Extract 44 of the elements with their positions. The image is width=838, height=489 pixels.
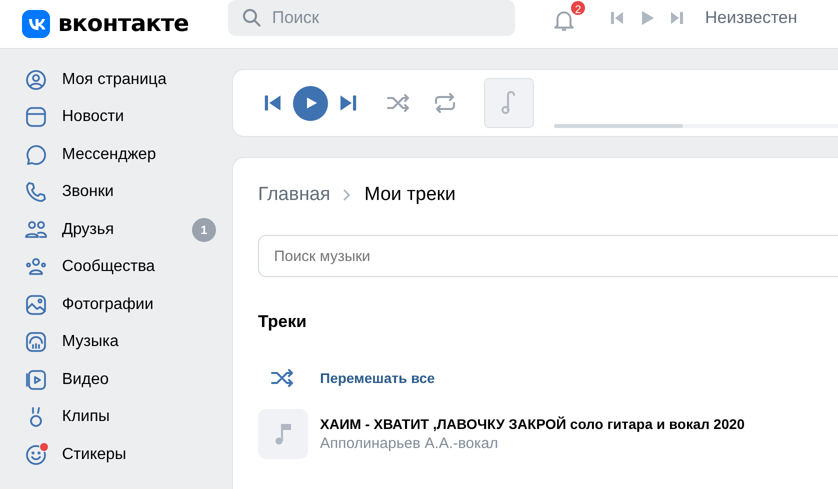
logo-icon[interactable] bbox=[22, 10, 50, 38]
previous-icon[interactable] bbox=[609, 10, 625, 26]
music-note-icon bbox=[273, 421, 293, 447]
smiley-icon bbox=[24, 442, 48, 467]
chevron-icon bbox=[342, 188, 352, 202]
chat-bubble-icon bbox=[24, 142, 48, 167]
breadcrumb-link[interactable]: Главная bbox=[258, 184, 330, 206]
play-icon[interactable] bbox=[639, 10, 655, 26]
search-icon bbox=[242, 8, 262, 28]
shuffle-icon bbox=[270, 367, 296, 389]
music-icon bbox=[24, 330, 48, 354]
phone-icon bbox=[24, 180, 48, 204]
next-icon[interactable] bbox=[338, 93, 358, 113]
previous-icon[interactable] bbox=[263, 93, 283, 113]
sidebar-item[interactable]: Видео bbox=[0, 361, 232, 398]
sidebar-item[interactable]: Фотографии bbox=[0, 286, 232, 324]
search-field[interactable]: Поиск bbox=[228, 0, 515, 36]
shuffle-icon[interactable] bbox=[386, 92, 412, 114]
sidebar-item[interactable]: Сообщества bbox=[0, 248, 232, 286]
play-button[interactable] bbox=[293, 86, 328, 120]
now-playing-text[interactable]: Неизвестен bbox=[705, 8, 798, 28]
sidebar-item[interactable]: Новости bbox=[0, 98, 232, 136]
count-badge: 1 bbox=[192, 218, 216, 242]
notification-badge: 2 bbox=[569, 0, 587, 17]
repeat-icon[interactable] bbox=[432, 92, 458, 114]
sidebar-item[interactable]: Клипы bbox=[0, 398, 232, 436]
sidebar-item[interactable]: Моя страница bbox=[0, 61, 232, 98]
music-search-field[interactable]: Поиск музыки bbox=[258, 235, 838, 277]
shuffle-all-button[interactable]: Перемешать все bbox=[258, 366, 441, 390]
news-icon bbox=[24, 105, 48, 130]
sidebar-item[interactable]: Стикеры bbox=[0, 436, 232, 474]
sidebar-item[interactable]: Звонки bbox=[0, 174, 232, 211]
next-icon[interactable] bbox=[669, 10, 685, 26]
image-icon bbox=[24, 292, 48, 317]
sidebar-item[interactable]: Музыка bbox=[0, 324, 232, 361]
track-cover[interactable] bbox=[258, 409, 308, 459]
page-title: Мои треки bbox=[364, 184, 456, 206]
sidebar-item[interactable]: Мессенджер bbox=[0, 136, 232, 174]
profile-icon bbox=[24, 68, 48, 92]
section-title: Треки bbox=[258, 312, 308, 332]
logo-text: вконтакте bbox=[58, 11, 189, 37]
video-icon bbox=[24, 368, 48, 392]
track-title[interactable]: ХАИМ - ХВАТИТ ,ЛАВОЧКУ ЗАКРОЙ соло гитара и вокал 2020 bbox=[320, 416, 745, 432]
sidebar-item[interactable]: Друзья 1 bbox=[0, 211, 232, 248]
